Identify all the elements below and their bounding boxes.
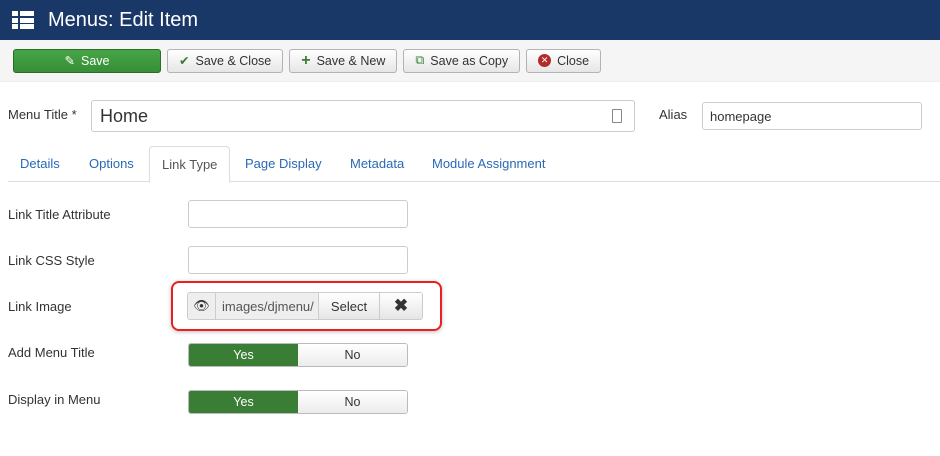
link-css-style-input[interactable] xyxy=(188,246,408,274)
save-close-label: Save & Close xyxy=(195,53,272,68)
preview-eye-icon[interactable]: 👁 xyxy=(188,293,216,319)
display-in-menu-yes[interactable]: Yes xyxy=(189,391,298,413)
toolbar: ✎ Save ✔ Save & Close + Save & New ⧉ Save as… xyxy=(0,40,940,82)
display-in-menu-label: Display in Menu xyxy=(8,392,101,407)
link-image-label: Link Image xyxy=(8,299,72,314)
check-icon: ✔ xyxy=(179,54,190,68)
link-title-attribute-label: Link Title Attribute xyxy=(8,207,111,222)
display-in-menu-no[interactable]: No xyxy=(298,391,407,413)
page-title: Menus: Edit Item xyxy=(48,8,199,31)
display-in-menu-toggle: Yes No xyxy=(188,390,408,414)
link-image-field: 👁 images/djmenu/ Select ✖ xyxy=(187,292,423,320)
tab-bar: Details Options Link Type Page Display M… xyxy=(8,146,940,183)
tab-page-display[interactable]: Page Display xyxy=(233,146,334,182)
tab-options[interactable]: Options xyxy=(77,146,146,182)
save-button[interactable]: ✎ Save xyxy=(13,48,161,73)
save-new-button[interactable]: + Save & New xyxy=(289,48,398,73)
save-close-button[interactable]: ✔ Save & Close xyxy=(167,48,284,73)
link-image-value: images/djmenu/ xyxy=(222,298,314,314)
link-title-attribute-input[interactable] xyxy=(188,200,408,228)
save-label: Save xyxy=(80,53,110,68)
link-image-input[interactable]: images/djmenu/ xyxy=(216,293,319,319)
select-label: Select xyxy=(330,298,368,314)
close-button[interactable]: ✕ Close xyxy=(526,48,602,73)
link-css-style-label: Link CSS Style xyxy=(8,253,95,268)
menu-title-input[interactable]: Home xyxy=(91,100,635,132)
add-menu-title-yes[interactable]: Yes xyxy=(189,344,298,366)
save-new-label: Save & New xyxy=(316,53,386,68)
menu-list-icon xyxy=(12,11,34,29)
copy-icon: ⧉ xyxy=(415,53,425,67)
clear-image-button[interactable]: ✖ xyxy=(380,293,422,319)
close-circle-icon: ✕ xyxy=(538,54,552,67)
tab-metadata[interactable]: Metadata xyxy=(338,146,416,182)
alias-input[interactable]: homepage xyxy=(702,102,922,130)
x-icon: ✖ xyxy=(393,296,409,315)
save-copy-button[interactable]: ⧉ Save as Copy xyxy=(403,48,521,73)
edit-icon: ✎ xyxy=(64,54,75,68)
menu-title-label: Menu Title * xyxy=(8,107,77,122)
save-copy-label: Save as Copy xyxy=(430,53,509,68)
header: Menus: Edit Item xyxy=(0,0,940,40)
select-image-button[interactable]: Select xyxy=(319,293,380,319)
language-icon xyxy=(612,109,622,123)
alias-value: homepage xyxy=(710,109,772,124)
add-menu-title-no[interactable]: No xyxy=(298,344,407,366)
close-label: Close xyxy=(557,53,590,68)
add-menu-title-toggle: Yes No xyxy=(188,343,408,367)
menu-title-value: Home xyxy=(100,106,149,126)
tab-module-assignment[interactable]: Module Assignment xyxy=(420,146,557,182)
add-menu-title-label: Add Menu Title xyxy=(8,345,95,360)
alias-label: Alias xyxy=(659,107,688,122)
plus-icon: + xyxy=(301,51,311,69)
tab-link-type[interactable]: Link Type xyxy=(149,146,231,183)
tab-details[interactable]: Details xyxy=(8,146,72,182)
